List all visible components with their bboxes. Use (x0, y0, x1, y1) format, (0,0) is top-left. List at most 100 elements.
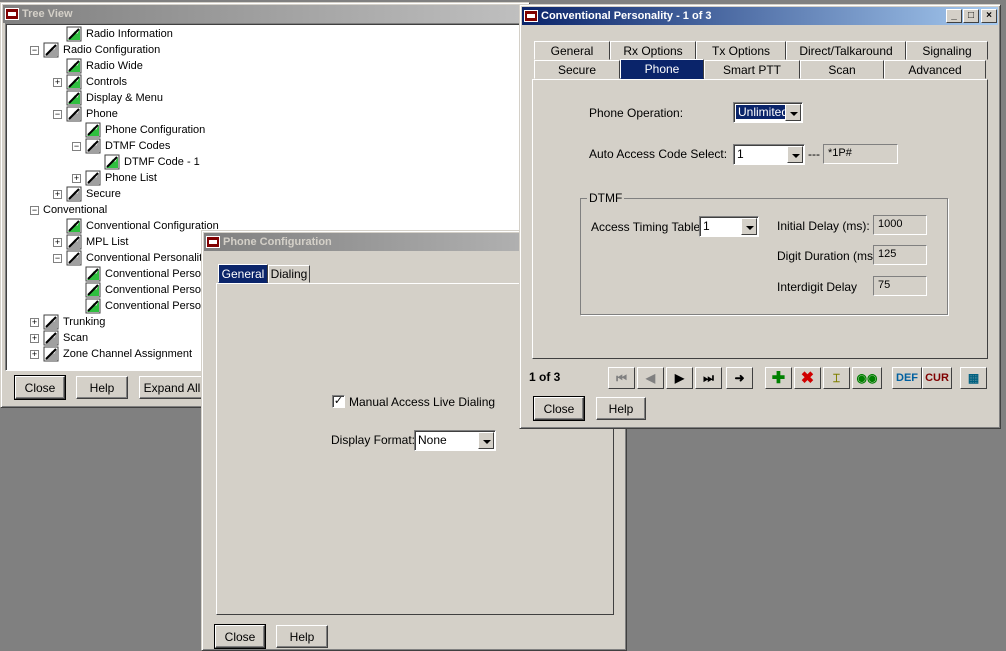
select-value: 1 (703, 219, 710, 233)
current-values-icon[interactable]: CUR (922, 367, 952, 389)
tree-node[interactable]: + Phone List (72, 170, 157, 186)
expand-all-label: Expand All (143, 380, 201, 395)
tree-node[interactable]: Conventional Person (72, 282, 207, 298)
tree-node[interactable]: Radio Information (53, 26, 173, 42)
chevron-down-icon[interactable] (785, 104, 801, 121)
tree-node-label: Radio Configuration (63, 44, 161, 56)
tab-general[interactable]: General (218, 264, 268, 283)
tree-node[interactable]: + Secure (53, 186, 121, 202)
folder-node-icon (66, 186, 82, 202)
complete-node-icon (66, 74, 82, 90)
conv-titlebar[interactable]: Conventional Personality - 1 of 3 _ □ × (522, 7, 998, 25)
tab-rx-options[interactable]: Rx Options (610, 41, 696, 60)
tree-node-label: Radio Information (86, 28, 173, 40)
minimize-icon[interactable]: _ (946, 9, 962, 23)
maximize-icon[interactable]: □ (963, 9, 979, 23)
tree-node-label: Conventional Person (105, 300, 208, 312)
tree-close-button[interactable]: Close (14, 375, 66, 400)
tree-node[interactable]: − Conventional (30, 202, 107, 218)
phone-operation-select[interactable]: Unlimited (733, 102, 803, 123)
tab-dialing[interactable]: Dialing (268, 265, 310, 283)
copy-record-icon[interactable]: ◉◉ (852, 367, 882, 389)
tree-help-button[interactable]: Help (76, 376, 128, 399)
expand-icon[interactable]: + (53, 189, 62, 199)
expand-icon[interactable]: + (53, 77, 62, 87)
tree-node[interactable]: Phone Configuration (72, 122, 205, 138)
expand-all-button[interactable]: Expand All (139, 376, 205, 399)
tab-smart-ptt[interactable]: Smart PTT (704, 60, 800, 79)
tree-node[interactable]: Conventional Person (72, 298, 207, 314)
collapse-icon[interactable]: − (72, 141, 81, 151)
tree-node[interactable]: Conventional Person (72, 266, 207, 282)
collapse-icon[interactable]: − (53, 253, 62, 263)
tree-node[interactable]: + Scan (30, 330, 88, 346)
tab-signaling[interactable]: Signaling (906, 41, 988, 60)
tree-node[interactable]: + Zone Channel Assignment (30, 346, 192, 362)
last-record-icon[interactable]: ⏭ (695, 367, 722, 389)
folder-node-icon (43, 346, 59, 362)
collapse-icon[interactable]: − (53, 109, 62, 119)
tab-tx-options[interactable]: Tx Options (696, 41, 786, 60)
tree-node[interactable]: − DTMF Codes (72, 138, 170, 154)
conv-close-button[interactable]: Close (533, 396, 585, 421)
collapse-icon[interactable]: − (30, 205, 39, 215)
tree-view-titlebar[interactable]: Tree View (3, 5, 527, 23)
expand-icon[interactable]: + (53, 237, 62, 247)
tab-label: Smart PTT (722, 62, 781, 77)
table-view-icon[interactable]: ▦ (960, 367, 987, 389)
chevron-down-icon[interactable] (741, 218, 757, 235)
tab-general[interactable]: General (534, 41, 610, 60)
tree-node[interactable]: Conventional Configuration (53, 218, 219, 234)
tree-node[interactable]: DTMF Code - 1 (91, 154, 200, 170)
tree-node[interactable]: − Conventional Personality (53, 250, 208, 266)
goto-record-icon[interactable]: ➜ (726, 367, 753, 389)
select-value: Unlimited (736, 105, 791, 119)
next-record-icon[interactable]: ▶ (666, 367, 693, 389)
access-timing-select[interactable]: 1 (699, 216, 759, 237)
tab-secure[interactable]: Secure (534, 60, 620, 79)
tree-node-label: Scan (63, 332, 89, 344)
tree-node[interactable]: − Phone (53, 106, 118, 122)
expand-icon[interactable]: + (30, 317, 39, 327)
manual-access-label: Manual Access Live Dialing (349, 395, 496, 409)
tree-node-label: Conventional (43, 204, 108, 216)
close-icon[interactable]: × (981, 9, 997, 23)
select-value: None (418, 433, 447, 447)
tab-label: Scan (828, 62, 856, 77)
collapse-icon[interactable]: − (30, 45, 39, 55)
chevron-down-icon[interactable] (478, 432, 494, 449)
tab-scan[interactable]: Scan (800, 60, 884, 79)
expand-icon[interactable]: + (30, 333, 39, 343)
tree-node[interactable]: + Trunking (30, 314, 105, 330)
tree-node-label: DTMF Codes (105, 140, 171, 152)
app-icon (206, 236, 220, 248)
complete-node-icon (66, 218, 82, 234)
tab-phone[interactable]: Phone (620, 59, 704, 79)
insert-record-icon[interactable]: ⌶ (823, 367, 850, 389)
phone-close-button[interactable]: Close (214, 624, 266, 649)
conv-help-button[interactable]: Help (596, 397, 646, 420)
manual-access-checkbox[interactable]: ✓ (332, 395, 345, 408)
auto-access-select[interactable]: 1 (733, 144, 805, 165)
first-record-icon[interactable]: ⏮ (608, 367, 635, 389)
tree-node[interactable]: Radio Wide (53, 58, 143, 74)
tree-node[interactable]: Display & Menu (53, 90, 163, 106)
chevron-down-icon[interactable] (787, 146, 803, 163)
tree-node[interactable]: + MPL List (53, 234, 128, 250)
display-format-select[interactable]: None (414, 430, 496, 451)
tree-node[interactable]: + Controls (53, 74, 127, 90)
delete-record-icon[interactable]: ✖ (794, 367, 821, 389)
tab-direct-talkaround[interactable]: Direct/Talkaround (786, 41, 906, 60)
complete-node-icon (104, 154, 120, 170)
folder-node-icon (66, 234, 82, 250)
tree-node[interactable]: − Radio Configuration (30, 42, 160, 58)
previous-record-icon[interactable]: ◀ (637, 367, 664, 389)
add-record-icon[interactable]: ✚ (765, 367, 792, 389)
complete-node-icon (66, 58, 82, 74)
complete-node-icon (85, 266, 101, 282)
tab-advanced[interactable]: Advanced (884, 60, 986, 79)
expand-icon[interactable]: + (30, 349, 39, 359)
phone-help-button[interactable]: Help (276, 625, 328, 648)
default-values-icon[interactable]: DEF (892, 367, 922, 389)
expand-icon[interactable]: + (72, 173, 81, 183)
